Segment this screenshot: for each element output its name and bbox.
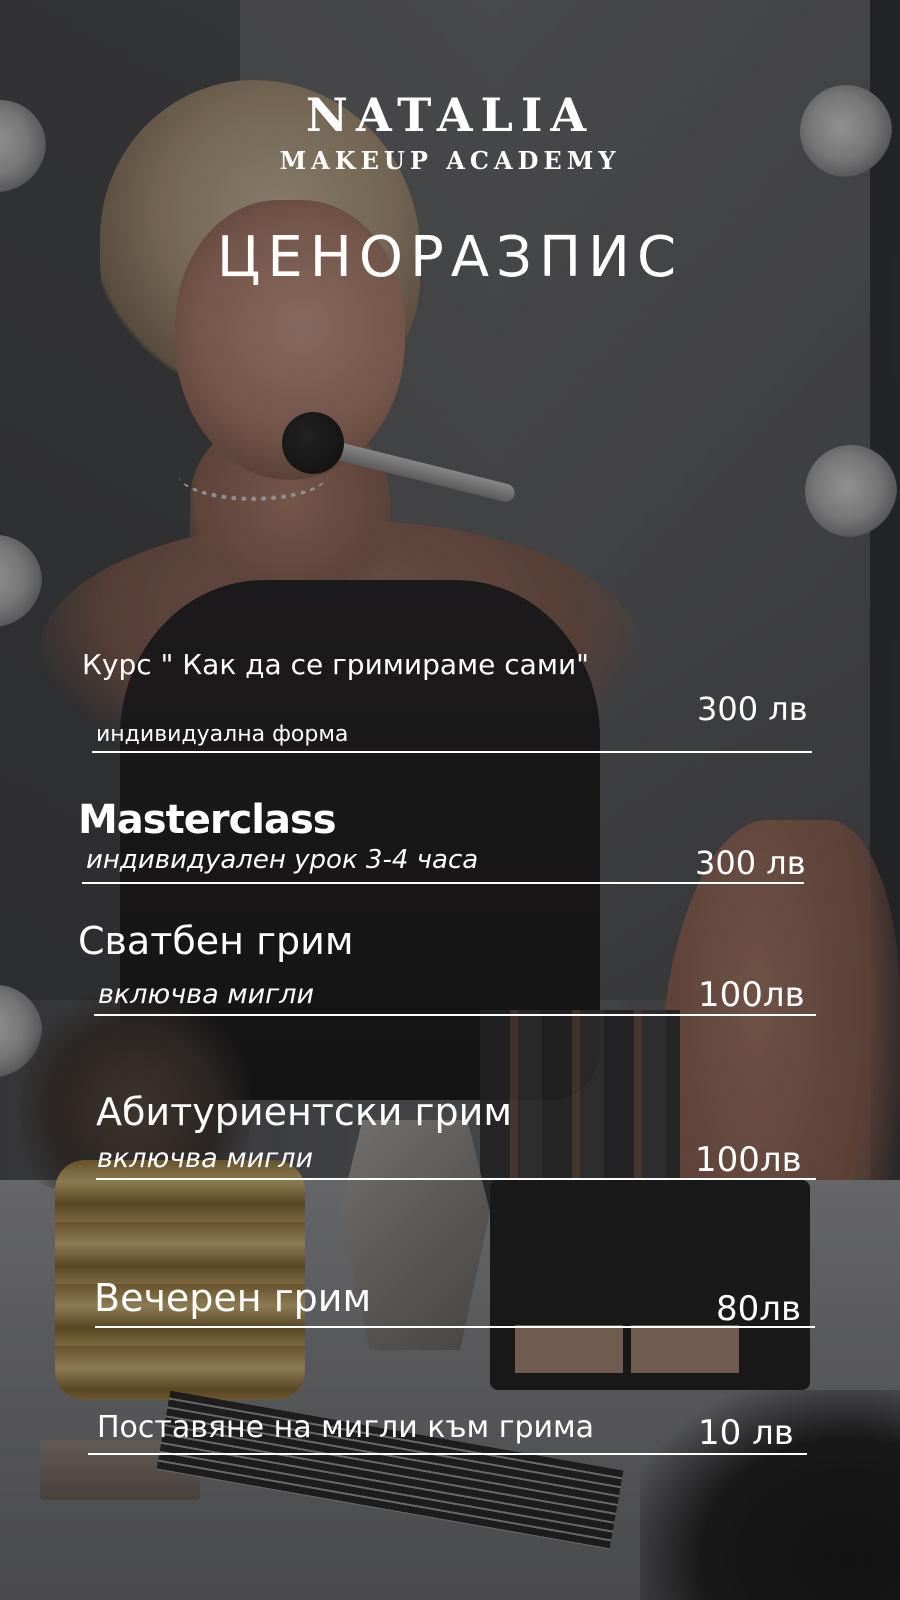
divider-line: [94, 1014, 816, 1016]
item-description: включва мигли: [97, 1143, 314, 1174]
item-title: Вечерен грим: [94, 1276, 372, 1320]
item-price: 100лв: [698, 975, 805, 1015]
brand-subtitle: MAKEUP ACADEMY: [279, 146, 621, 175]
divider-line: [92, 751, 812, 753]
item-title: Masterclass: [78, 797, 337, 843]
item-price: 300 лв: [695, 844, 806, 882]
brand-name: NATALIA: [305, 88, 595, 142]
item-title: Абитуриентски грим: [96, 1090, 512, 1134]
item-price: 100лв: [695, 1140, 802, 1180]
item-description: включва мигли: [98, 979, 315, 1010]
page-title: ЦЕНОРАЗПИС: [216, 225, 684, 290]
divider-line: [96, 1178, 816, 1180]
item-price: 300 лв: [697, 690, 808, 728]
item-title: Сватбен грим: [78, 919, 354, 963]
item-description: индивидуална форма: [96, 722, 349, 747]
item-price: 80лв: [716, 1289, 802, 1329]
item-title: Поставяне на мигли към грима: [97, 1410, 595, 1445]
item-description: индивидуален урок 3-4 часа: [86, 845, 479, 875]
price-list-poster: NATALIA MAKEUP ACADEMY ЦЕНОРАЗПИС Курс "…: [0, 0, 900, 1600]
item-title: Курс " Как да се гримираме сами": [82, 648, 590, 681]
divider-line: [95, 1326, 815, 1328]
item-price: 10 лв: [698, 1413, 794, 1453]
divider-line: [88, 1453, 807, 1455]
divider-line: [82, 882, 804, 884]
